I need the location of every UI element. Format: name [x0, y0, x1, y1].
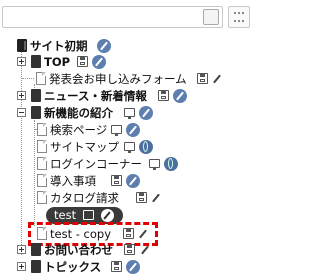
grid-view-button[interactable] — [228, 6, 250, 28]
tree-item-news[interactable]: ニュース・新着情報 — [0, 87, 255, 105]
folder-book-icon — [31, 55, 41, 68]
edit-pencil-icon[interactable] — [92, 55, 106, 69]
edit-pencil-icon[interactable] — [97, 39, 111, 53]
save-icon[interactable] — [158, 90, 169, 101]
page-icon — [36, 72, 46, 85]
tree-item-catalog-request[interactable]: カタログ請求 — [0, 189, 255, 207]
tree-item-sitemap[interactable]: サイトマップ — [0, 138, 255, 156]
edit-pencil-icon — [101, 209, 114, 222]
grid-view-icon — [234, 12, 244, 22]
folder-book-icon — [31, 106, 41, 119]
tree-item-top[interactable]: TOP — [0, 53, 255, 71]
page-icon — [37, 140, 47, 153]
tree-item-contact[interactable]: お問い合わせ — [0, 241, 255, 259]
root-label: サイト初期 — [30, 39, 88, 53]
edit-pencil-icon[interactable] — [126, 260, 140, 274]
page-icon — [37, 157, 47, 170]
monitor-icon[interactable] — [111, 125, 122, 136]
tree-item-topics[interactable]: トピックス — [0, 258, 255, 276]
save-icon[interactable] — [77, 56, 88, 67]
edit-pencil-icon[interactable] — [126, 174, 140, 188]
monitor-icon[interactable] — [124, 142, 135, 153]
expand-toggle-icon[interactable] — [17, 57, 26, 66]
tree-item-label: TOP — [44, 55, 71, 69]
filter-icon[interactable] — [203, 9, 219, 25]
edit-pencil-icon[interactable] — [210, 72, 224, 86]
edit-pencil-icon[interactable] — [139, 106, 153, 120]
folder-book-icon — [17, 39, 27, 52]
globe-icon[interactable] — [139, 140, 153, 154]
search-input[interactable] — [2, 6, 223, 28]
save-icon[interactable] — [124, 244, 135, 255]
tree-item-label: トピックス — [44, 260, 102, 274]
expand-toggle-icon[interactable] — [17, 245, 26, 254]
tree-item-label: カタログ請求 — [50, 191, 119, 205]
tree-item-label: サイトマップ — [50, 140, 119, 154]
tree-item-label: 検索ページ — [50, 123, 108, 137]
collapse-toggle-icon[interactable] — [17, 108, 26, 117]
expand-toggle-icon[interactable] — [17, 91, 26, 100]
tree-item-login-corner[interactable]: ログインコーナー — [0, 155, 255, 173]
edit-pencil-icon[interactable] — [173, 89, 187, 103]
globe-icon[interactable] — [164, 157, 178, 171]
page-icon — [37, 227, 47, 240]
folder-book-icon — [31, 89, 41, 102]
tree-item-label: 発表会お申し込みフォーム — [49, 72, 187, 86]
tree-item-label: 導入事項 — [50, 174, 96, 188]
tree-item-label: ニュース・新着情報 — [44, 89, 147, 103]
page-icon — [37, 123, 47, 136]
tree-item-search-page[interactable]: 検索ページ — [0, 121, 255, 139]
monitor-icon[interactable] — [124, 108, 135, 119]
tree-item-label: ログインコーナー — [50, 157, 142, 171]
tree-item-label: お問い合わせ — [44, 243, 113, 257]
tree-item-label: test - copy — [50, 227, 112, 241]
page-icon — [37, 191, 47, 204]
save-icon[interactable] — [123, 228, 134, 239]
tree-item-label: 新機能の紹介 — [44, 106, 113, 120]
edit-pencil-icon[interactable] — [149, 191, 163, 205]
tree-item-new-features[interactable]: 新機能の紹介 — [0, 104, 255, 122]
edit-pencil-icon[interactable] — [138, 243, 152, 257]
toolbar — [0, 0, 255, 34]
drag-preview-label: test — [54, 208, 77, 222]
edit-pencil-icon[interactable] — [136, 227, 150, 241]
tree-item-apply-form[interactable]: 発表会お申し込みフォーム — [0, 70, 255, 88]
tree-item-intro-cases[interactable]: 導入事項 — [0, 172, 255, 190]
save-icon[interactable] — [111, 175, 122, 186]
page-icon — [37, 174, 47, 187]
folder-book-icon — [31, 243, 41, 256]
save-icon[interactable] — [136, 192, 147, 203]
monitor-icon[interactable] — [149, 159, 160, 170]
save-icon[interactable] — [197, 73, 208, 84]
edit-pencil-icon[interactable] — [126, 123, 140, 137]
save-icon — [83, 210, 94, 220]
